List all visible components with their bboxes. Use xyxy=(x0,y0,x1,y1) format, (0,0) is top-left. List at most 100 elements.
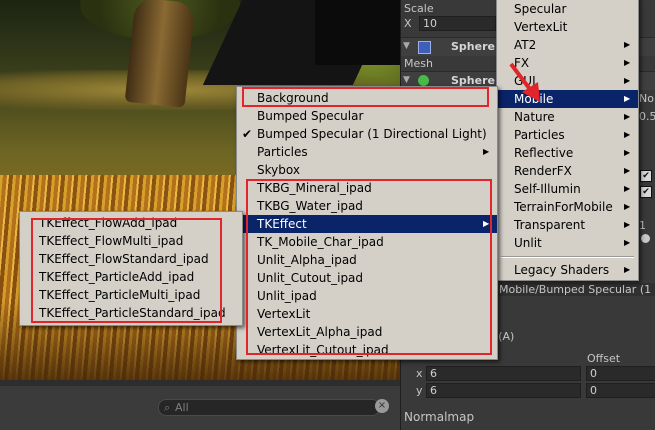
menu-item-label: RenderFX xyxy=(514,164,572,178)
menu-item-label: TKEffect_ParticleStandard_ipad xyxy=(39,306,226,320)
expand-triangle-icon[interactable]: ▼ xyxy=(403,75,410,85)
expand-triangle-icon[interactable]: ▼ xyxy=(403,41,410,51)
shader-menu-item[interactable]: Transparent ▶ xyxy=(497,216,638,234)
mobile-menu-item[interactable]: Particles ▶ xyxy=(237,143,497,161)
value-1: 1 xyxy=(639,219,646,232)
shader-menu-item-legacy[interactable]: Legacy Shaders ▶ xyxy=(497,261,638,279)
shader-menu-item[interactable]: VertexLit xyxy=(497,18,638,36)
mobile-menu-item[interactable]: Background xyxy=(237,89,497,107)
menu-item-label: VertexLit xyxy=(514,20,568,34)
shader-menu-item[interactable]: AT2 ▶ xyxy=(497,36,638,54)
menu-item-label: Specular xyxy=(514,2,567,16)
mobile-menu-item[interactable]: Unlit_Alpha_ipad xyxy=(237,251,497,269)
menu-item-label: Reflective xyxy=(514,146,574,160)
clear-icon[interactable]: × xyxy=(375,399,389,413)
tkeffect-menu-item[interactable]: TKEffect_FlowStandard_ipad xyxy=(20,250,242,268)
mobile-menu-item[interactable]: Unlit_ipad xyxy=(237,287,497,305)
material-grid-icon xyxy=(418,41,431,54)
scale-x-field[interactable]: 10 xyxy=(419,16,496,31)
submenu-arrow-icon: ▶ xyxy=(624,148,631,157)
mobile-menu-item[interactable]: Unlit_Cutout_ipad xyxy=(237,269,497,287)
shader-path-label: Mobile/Bumped Specular (1 D xyxy=(499,283,655,296)
sphere-icon xyxy=(418,75,429,86)
checkbox-icon[interactable]: ✔ xyxy=(640,186,652,198)
tiling-y-field[interactable]: 6 xyxy=(426,383,581,398)
search-placeholder: All xyxy=(175,401,189,414)
tkeffect-menu-item[interactable]: TKEffect_FlowAdd_ipad xyxy=(20,214,242,232)
menu-separator xyxy=(501,256,634,258)
menu-item-label: Transparent xyxy=(514,218,586,232)
mobile-menu-item[interactable]: Bumped Specular xyxy=(237,107,497,125)
mobile-menu-item[interactable]: VertexLit_Alpha_ipad xyxy=(237,323,497,341)
shader-menu-item[interactable]: Unlit ▶ xyxy=(497,234,638,252)
mobile-menu-item[interactable]: ✔ Bumped Specular (1 Directional Light) xyxy=(237,125,497,143)
submenu-arrow-icon: ▶ xyxy=(483,147,490,156)
shader-menu-item[interactable]: Reflective ▶ xyxy=(497,144,638,162)
submenu-arrow-icon: ▶ xyxy=(624,202,631,211)
submenu-arrow-icon: ▶ xyxy=(624,94,631,103)
menu-item-label: TKEffect_ParticleAdd_ipad xyxy=(39,270,195,284)
mobile-menu-item[interactable]: VertexLit_Cutout_ipad xyxy=(237,341,497,359)
menu-item-label: Unlit xyxy=(514,236,542,250)
menu-item-label: Particles xyxy=(257,145,308,159)
menu-item-label: Nature xyxy=(514,110,555,124)
submenu-arrow-icon: ▶ xyxy=(624,130,631,139)
mobile-menu-item[interactable]: TK_Mobile_Char_ipad xyxy=(237,233,497,251)
mobile-menu-item[interactable]: TKBG_Mineral_ipad xyxy=(237,179,497,197)
mobile-menu-item[interactable]: VertexLit xyxy=(237,305,497,323)
shader-menu: SpecularVertexLitAT2▶FX▶GUI▶Mobile▶Natur… xyxy=(496,0,639,281)
submenu-arrow-icon: ▶ xyxy=(624,184,631,193)
shader-menu-item[interactable]: Self-Illumin ▶ xyxy=(497,180,638,198)
x-label: x xyxy=(416,367,423,380)
menu-item-label: AT2 xyxy=(514,38,537,52)
shader-menu-item[interactable]: Nature ▶ xyxy=(497,108,638,126)
menu-item-label: Legacy Shaders xyxy=(514,263,610,277)
tkeffect-menu-item[interactable]: TKEffect_ParticleStandard_ipad xyxy=(20,304,242,322)
tkeffect-menu-item[interactable]: TKEffect_ParticleAdd_ipad xyxy=(20,268,242,286)
scene-tree-trunk xyxy=(124,0,196,108)
search-input[interactable]: ⌕ All xyxy=(158,399,380,416)
mobile-menu-item[interactable]: Skybox xyxy=(237,161,497,179)
submenu-arrow-icon: ▶ xyxy=(624,220,631,229)
menu-item-label: TK_Mobile_Char_ipad xyxy=(257,235,384,249)
menu-item-label: TKEffect_FlowStandard_ipad xyxy=(39,252,209,266)
menu-item-label: TKBG_Mineral_ipad xyxy=(257,181,372,195)
submenu-arrow-icon: ▶ xyxy=(624,166,631,175)
shader-menu-item[interactable]: RenderFX ▶ xyxy=(497,162,638,180)
submenu-arrow-icon: ▶ xyxy=(624,238,631,247)
search-icon: ⌕ xyxy=(164,401,171,414)
object-picker-icon[interactable] xyxy=(641,234,650,243)
submenu-arrow-icon: ▶ xyxy=(624,58,631,67)
mobile-menu-item[interactable]: TKBG_Water_ipad xyxy=(237,197,497,215)
mobile-menu-item[interactable]: TKEffect ▶ xyxy=(237,215,497,233)
scale-x-axis-label: X xyxy=(404,17,412,30)
tiling-x-field[interactable]: 6 xyxy=(426,366,581,381)
red-arrow-pointer-icon xyxy=(509,62,540,102)
shader-menu-item[interactable]: TerrainForMobile ▶ xyxy=(497,198,638,216)
submenu-arrow-icon: ▶ xyxy=(624,265,631,274)
offset-x-field[interactable]: 0 xyxy=(586,366,655,381)
tkeffect-menu-item[interactable]: TKEffect_ParticleMulti_ipad xyxy=(20,286,242,304)
mesh-label: Mesh xyxy=(404,57,433,70)
checkmark-icon: ✔ xyxy=(242,127,253,141)
menu-item-label: Background xyxy=(257,91,329,105)
no-label: No xyxy=(639,92,654,105)
project-toolbar: ⌕ All × xyxy=(0,380,400,430)
checkbox-icon[interactable]: ✔ xyxy=(640,170,652,182)
shader-menu-item[interactable]: Specular xyxy=(497,0,638,18)
menu-item-label: TKEffect_FlowAdd_ipad xyxy=(39,216,178,230)
menu-item-label: VertexLit_Alpha_ipad xyxy=(257,325,383,339)
menu-item-label: VertexLit xyxy=(257,307,311,321)
material-name: Sphere xyxy=(451,40,495,53)
shader-menu-item[interactable]: Particles ▶ xyxy=(497,126,638,144)
value-0-5: 0.5 xyxy=(639,110,655,123)
submenu-arrow-icon: ▶ xyxy=(624,112,631,121)
menu-item-label: Skybox xyxy=(257,163,300,177)
menu-item-label: Self-Illumin xyxy=(514,182,581,196)
offset-y-field[interactable]: 0 xyxy=(586,383,655,398)
y-label: y xyxy=(416,384,423,397)
tkeffect-menu-item[interactable]: TKEffect_FlowMulti_ipad xyxy=(20,232,242,250)
menu-item-label: Unlit_Cutout_ipad xyxy=(257,271,364,285)
menu-item-label: TKEffect_FlowMulti_ipad xyxy=(39,234,184,248)
menu-item-label: TKBG_Water_ipad xyxy=(257,199,363,213)
